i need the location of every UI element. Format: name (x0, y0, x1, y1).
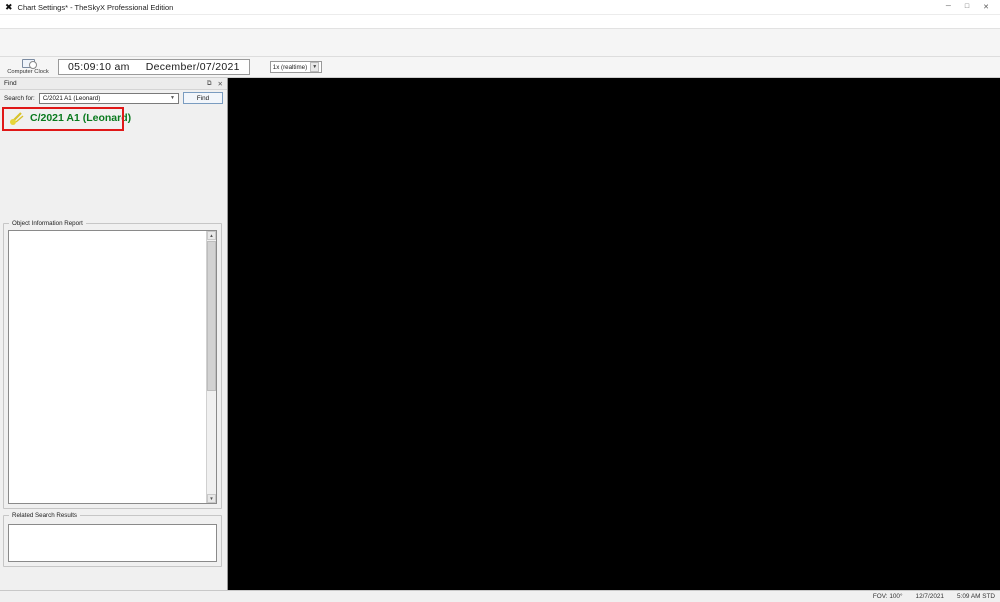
status-date: 12/7/2021 (915, 593, 944, 600)
close-icon[interactable]: ✕ (218, 80, 223, 88)
scroll-thumb[interactable] (207, 241, 216, 391)
scroll-up-icon[interactable]: ▲ (207, 231, 216, 240)
orientation-toolbar (0, 29, 1000, 57)
window-title: Chart Settings* - TheSkyX Professional E… (17, 2, 174, 12)
search-row: Search for: C/2021 A1 (Leonard) ▼ Find (0, 91, 227, 105)
chevron-down-icon: ▼ (310, 62, 320, 72)
object-info-report[interactable]: ▲ ▼ (8, 230, 217, 504)
sky-chart[interactable] (228, 78, 1000, 590)
scrollbar[interactable]: ▲ ▼ (206, 231, 216, 503)
current-time: 05:09:10 am (68, 61, 130, 73)
scroll-down-icon[interactable]: ▼ (207, 494, 216, 503)
search-input[interactable]: C/2021 A1 (Leonard) ▼ (38, 92, 179, 104)
window-controls: ─ □ ✕ (946, 3, 995, 11)
time-rate-select[interactable]: 1x (realtime) ▼ (269, 61, 323, 73)
app-logo-icon: ✖ (5, 1, 13, 12)
find-panel: Find ⧉ ✕ Search for: C/2021 A1 (Leonard)… (0, 78, 228, 590)
search-result-row: C/2021 A1 (Leonard) (0, 106, 227, 132)
maximize-icon[interactable]: □ (965, 3, 969, 11)
annotation-rectangle (2, 107, 124, 131)
related-results-group: Related Search Results (3, 512, 222, 567)
menu-bar (0, 15, 1000, 29)
status-bar: FOV: 100° 12/7/2021 5:09 AM STD (0, 590, 1000, 602)
time-toolbar: Computer Clock 05:09:10 am December/07/2… (0, 57, 1000, 78)
time-date-display[interactable]: 05:09:10 am December/07/2021 (58, 59, 250, 75)
star-chart-canvas[interactable] (228, 78, 1000, 590)
status-time: 5:09 AM STD (956, 593, 995, 600)
related-results-list[interactable] (8, 524, 217, 562)
current-date: December/07/2021 (145, 61, 240, 73)
minimize-icon[interactable]: ─ (946, 3, 951, 11)
title-bar: ✖ Chart Settings* - TheSkyX Professional… (0, 0, 1000, 15)
close-icon[interactable]: ✕ (983, 3, 989, 11)
theskyx-window: ✖ Chart Settings* - TheSkyX Professional… (0, 0, 1000, 602)
float-icon[interactable]: ⧉ (207, 80, 212, 88)
computer-clock-button[interactable]: Computer Clock (4, 59, 52, 75)
find-button[interactable]: Find (183, 92, 223, 104)
computer-clock-icon (21, 59, 37, 69)
find-panel-header: Find ⧉ ✕ (0, 78, 227, 90)
status-fov: FOV: 100° (872, 593, 903, 600)
chevron-down-icon: ▼ (170, 95, 175, 101)
object-info-group: Object Information Report ▲ ▼ (3, 220, 222, 509)
main-area: Find ⧉ ✕ Search for: C/2021 A1 (Leonard)… (0, 78, 1000, 590)
